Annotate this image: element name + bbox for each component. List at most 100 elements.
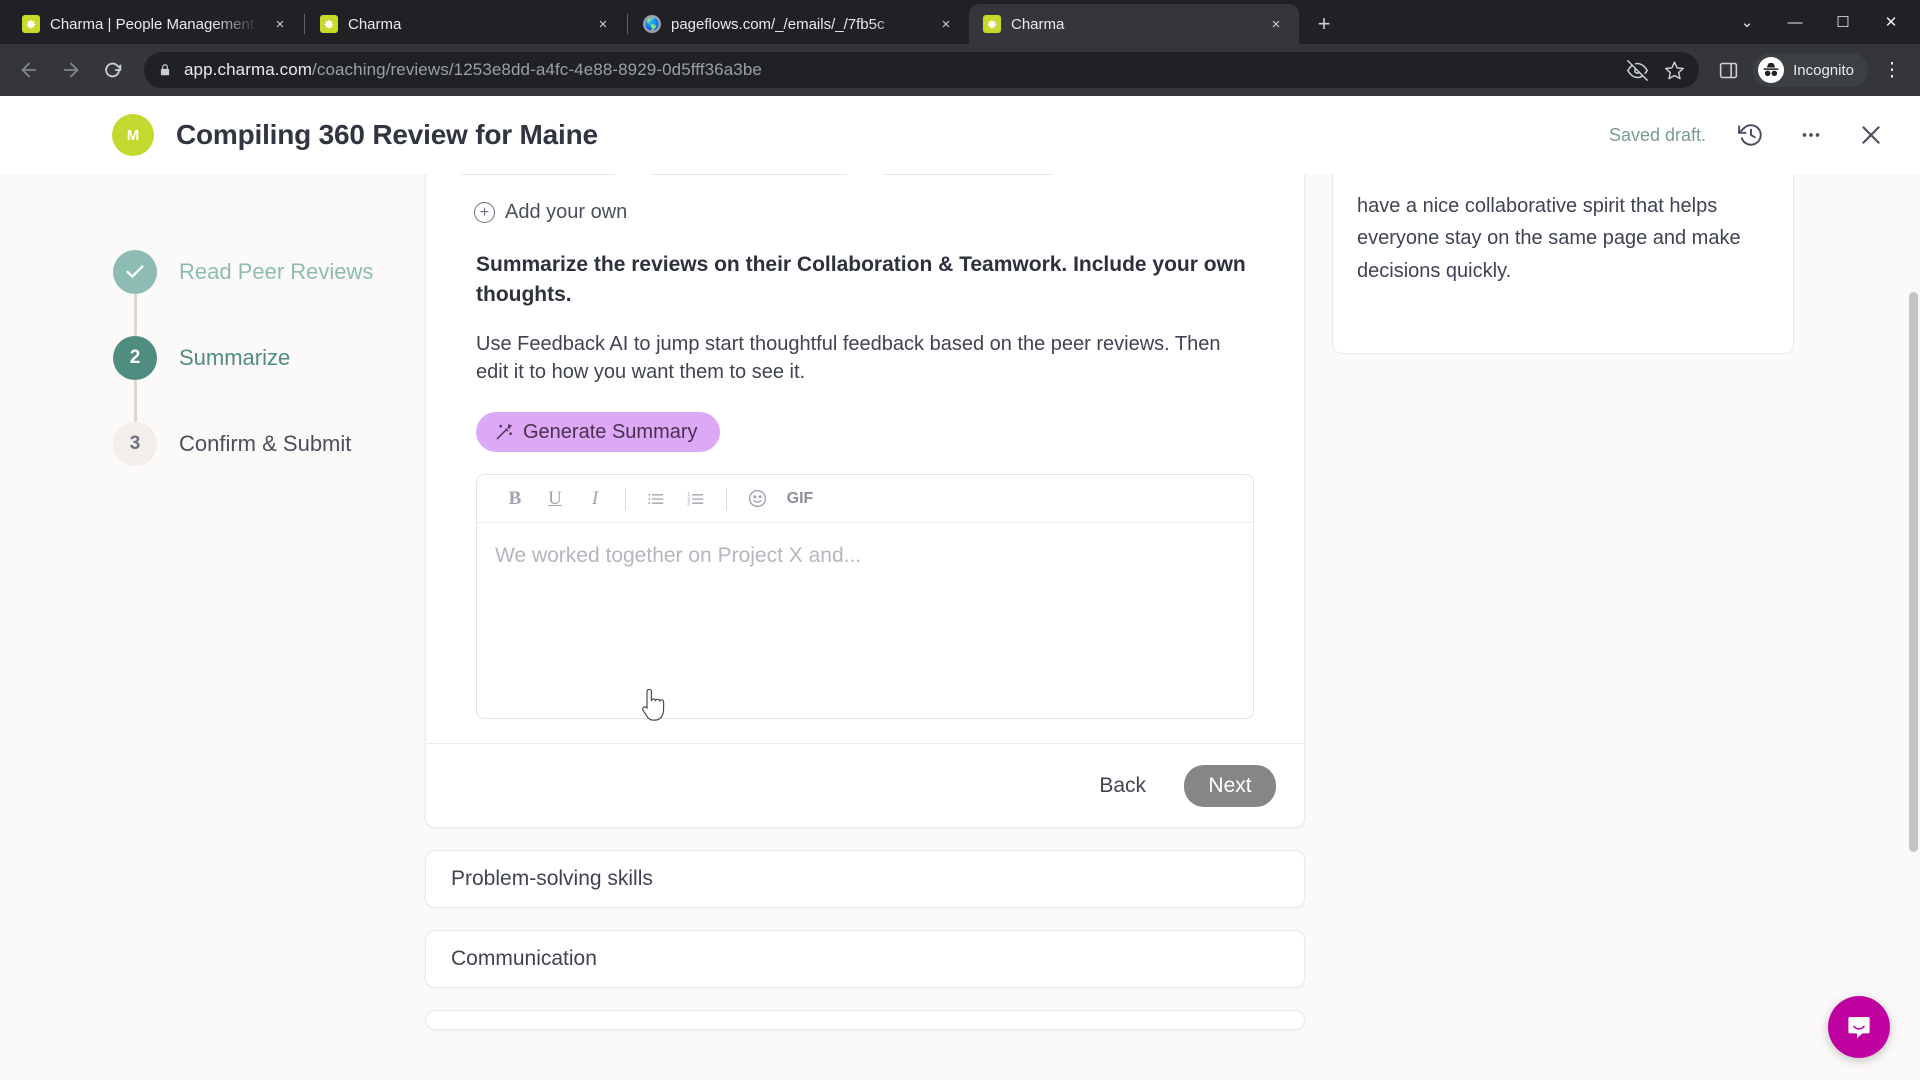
tab-title: pageflows.com/_/emails/_/7fb5c xyxy=(671,15,885,33)
rating-chip[interactable] xyxy=(454,174,622,175)
toolbar-divider xyxy=(625,487,626,510)
browser-tab-1[interactable]: ✸ Charma | People Management S × xyxy=(8,4,303,44)
bulleted-list-button[interactable] xyxy=(636,480,676,518)
address-bar[interactable]: app.charma.com/coaching/reviews/1253e8dd… xyxy=(144,52,1700,88)
editor-text-area[interactable]: We worked together on Project X and... xyxy=(477,523,1253,718)
peer-review-panel: have a nice collaborative spirit that he… xyxy=(1332,174,1794,354)
svg-text:3: 3 xyxy=(687,501,690,507)
italic-button[interactable]: I xyxy=(575,480,615,518)
content-area: Read Peer Reviews 2 Summarize 3 Confirm … xyxy=(0,174,1920,1080)
app-header: M Compiling 360 Review for Maine Saved d… xyxy=(0,96,1920,174)
magic-wand-icon xyxy=(494,422,514,442)
stepper-item-confirm-submit[interactable]: 3 Confirm & Submit xyxy=(113,422,403,466)
header-actions: Saved draft. xyxy=(1609,120,1886,150)
star-icon[interactable] xyxy=(1664,60,1685,81)
editor-placeholder: We worked together on Project X and... xyxy=(495,544,862,568)
accordion-communication[interactable]: Communication xyxy=(425,930,1305,989)
emoji-button[interactable] xyxy=(737,480,777,518)
stepper-item-summarize[interactable]: 2 Summarize xyxy=(113,336,403,380)
browser-tab-3[interactable]: 🌎 pageflows.com/_/emails/_/7fb5c × xyxy=(629,4,969,44)
close-icon[interactable] xyxy=(1856,120,1886,150)
browser-tabstrip: ✸ Charma | People Management S × ✸ Charm… xyxy=(0,0,1920,44)
history-icon[interactable] xyxy=(1736,120,1766,150)
stepper-connector xyxy=(134,380,137,422)
side-panel-icon[interactable] xyxy=(1709,51,1747,89)
charma-favicon: ✸ xyxy=(320,15,338,33)
bold-button[interactable]: B xyxy=(495,480,535,518)
card-footer: Back Next xyxy=(426,743,1304,827)
saved-draft-status: Saved draft. xyxy=(1608,124,1706,145)
incognito-profile-button[interactable]: Incognito xyxy=(1753,53,1868,87)
back-button[interactable] xyxy=(10,51,48,89)
forward-button[interactable] xyxy=(52,51,90,89)
tab-close-icon[interactable]: × xyxy=(1265,13,1287,35)
avatar: M xyxy=(112,114,154,156)
page-scrollbar-thumb[interactable] xyxy=(1909,292,1918,852)
toolbar-divider xyxy=(726,487,727,510)
maximize-button[interactable]: ☐ xyxy=(1820,0,1866,44)
step-bullet-check-icon xyxy=(113,250,157,294)
browser-window: ✸ Charma | People Management S × ✸ Charm… xyxy=(0,0,1920,1080)
tab-close-icon[interactable]: × xyxy=(592,13,614,35)
browser-menu-button[interactable]: ⋮ xyxy=(1874,52,1910,88)
prompt-help-text: Use Feedback AI to jump start thoughtful… xyxy=(476,332,1221,384)
accordion-title: Communication xyxy=(451,947,597,971)
accordion-next-partial[interactable] xyxy=(425,1010,1305,1031)
rating-chip[interactable] xyxy=(644,174,854,175)
underline-button[interactable]: U xyxy=(535,480,575,518)
tab-divider xyxy=(304,14,305,34)
accordion-problem-solving-skills[interactable]: Problem-solving skills xyxy=(425,850,1305,909)
browser-tab-2[interactable]: ✸ Charma × xyxy=(306,4,626,44)
url-path: /coaching/reviews/1253e8dd-a4fc-4e88-892… xyxy=(312,60,762,79)
window-close-button[interactable]: ✕ xyxy=(1868,0,1914,44)
incognito-label: Incognito xyxy=(1793,61,1854,79)
intercom-chat-button[interactable] xyxy=(1828,996,1890,1058)
more-horizontal-icon[interactable] xyxy=(1796,120,1826,150)
peer-review-text: have a nice collaborative spirit that he… xyxy=(1357,195,1741,282)
stepper-label: Summarize xyxy=(179,345,291,370)
page-content: M Compiling 360 Review for Maine Saved d… xyxy=(0,96,1920,1080)
charma-favicon: ✸ xyxy=(22,15,40,33)
new-tab-button[interactable]: + xyxy=(1307,7,1341,41)
plus-circle-icon: + xyxy=(474,202,495,223)
browser-toolbar: app.charma.com/coaching/reviews/1253e8dd… xyxy=(0,44,1920,96)
generate-summary-label: Generate Summary xyxy=(523,420,698,443)
gif-button[interactable]: GIF xyxy=(777,480,823,518)
toolbar-right: Incognito ⋮ xyxy=(1709,51,1910,89)
intercom-chat-icon xyxy=(1848,1017,1870,1039)
review-stepper: Read Peer Reviews 2 Summarize 3 Confirm … xyxy=(113,250,403,466)
stepper-connector xyxy=(134,294,137,336)
incognito-avatar-icon xyxy=(1758,57,1785,83)
accordion-title: Problem-solving skills xyxy=(451,867,653,891)
browser-tab-4-active[interactable]: ✸ Charma × xyxy=(969,4,1299,44)
tab-close-icon[interactable]: × xyxy=(269,13,291,35)
url-host: app.charma.com xyxy=(184,60,313,79)
minimize-button[interactable]: — xyxy=(1772,0,1818,44)
generate-summary-button[interactable]: Generate Summary xyxy=(476,412,720,453)
page-scrollbar[interactable] xyxy=(1906,174,1920,1080)
tab-divider xyxy=(627,14,628,34)
editor-toolbar: B U I 123 GIF xyxy=(477,475,1253,524)
peer-review-card: have a nice collaborative spirit that he… xyxy=(1332,174,1794,354)
rating-chip[interactable] xyxy=(876,174,1059,175)
numbered-list-button[interactable]: 123 xyxy=(676,480,716,518)
summarize-card: + Add your own Summarize the reviews on … xyxy=(425,174,1305,829)
step-bullet-number: 2 xyxy=(113,336,157,380)
eye-off-icon[interactable] xyxy=(1627,59,1649,81)
url-text: app.charma.com/coaching/reviews/1253e8dd… xyxy=(184,60,762,80)
summary-editor[interactable]: B U I 123 GIF We worked together on Proj… xyxy=(476,474,1254,720)
window-controls: ⌄ — ☐ ✕ xyxy=(1724,0,1920,44)
reload-button[interactable] xyxy=(94,51,132,89)
tab-title: Charma xyxy=(348,15,402,33)
add-your-own-button[interactable]: + Add your own xyxy=(474,201,627,224)
tab-title: Charma xyxy=(1011,15,1065,33)
prompt-question: Summarize the reviews on their Collabora… xyxy=(476,253,1246,306)
tab-close-icon[interactable]: × xyxy=(935,13,957,35)
tab-search-icon[interactable]: ⌄ xyxy=(1724,0,1770,44)
main-column: + Add your own Summarize the reviews on … xyxy=(425,174,1305,1031)
next-button[interactable]: Next xyxy=(1184,764,1276,807)
back-button[interactable]: Back xyxy=(1087,766,1158,806)
stepper-item-read-peer-reviews[interactable]: Read Peer Reviews xyxy=(113,250,403,294)
step-bullet-number: 3 xyxy=(113,422,157,466)
globe-favicon: 🌎 xyxy=(643,15,661,33)
